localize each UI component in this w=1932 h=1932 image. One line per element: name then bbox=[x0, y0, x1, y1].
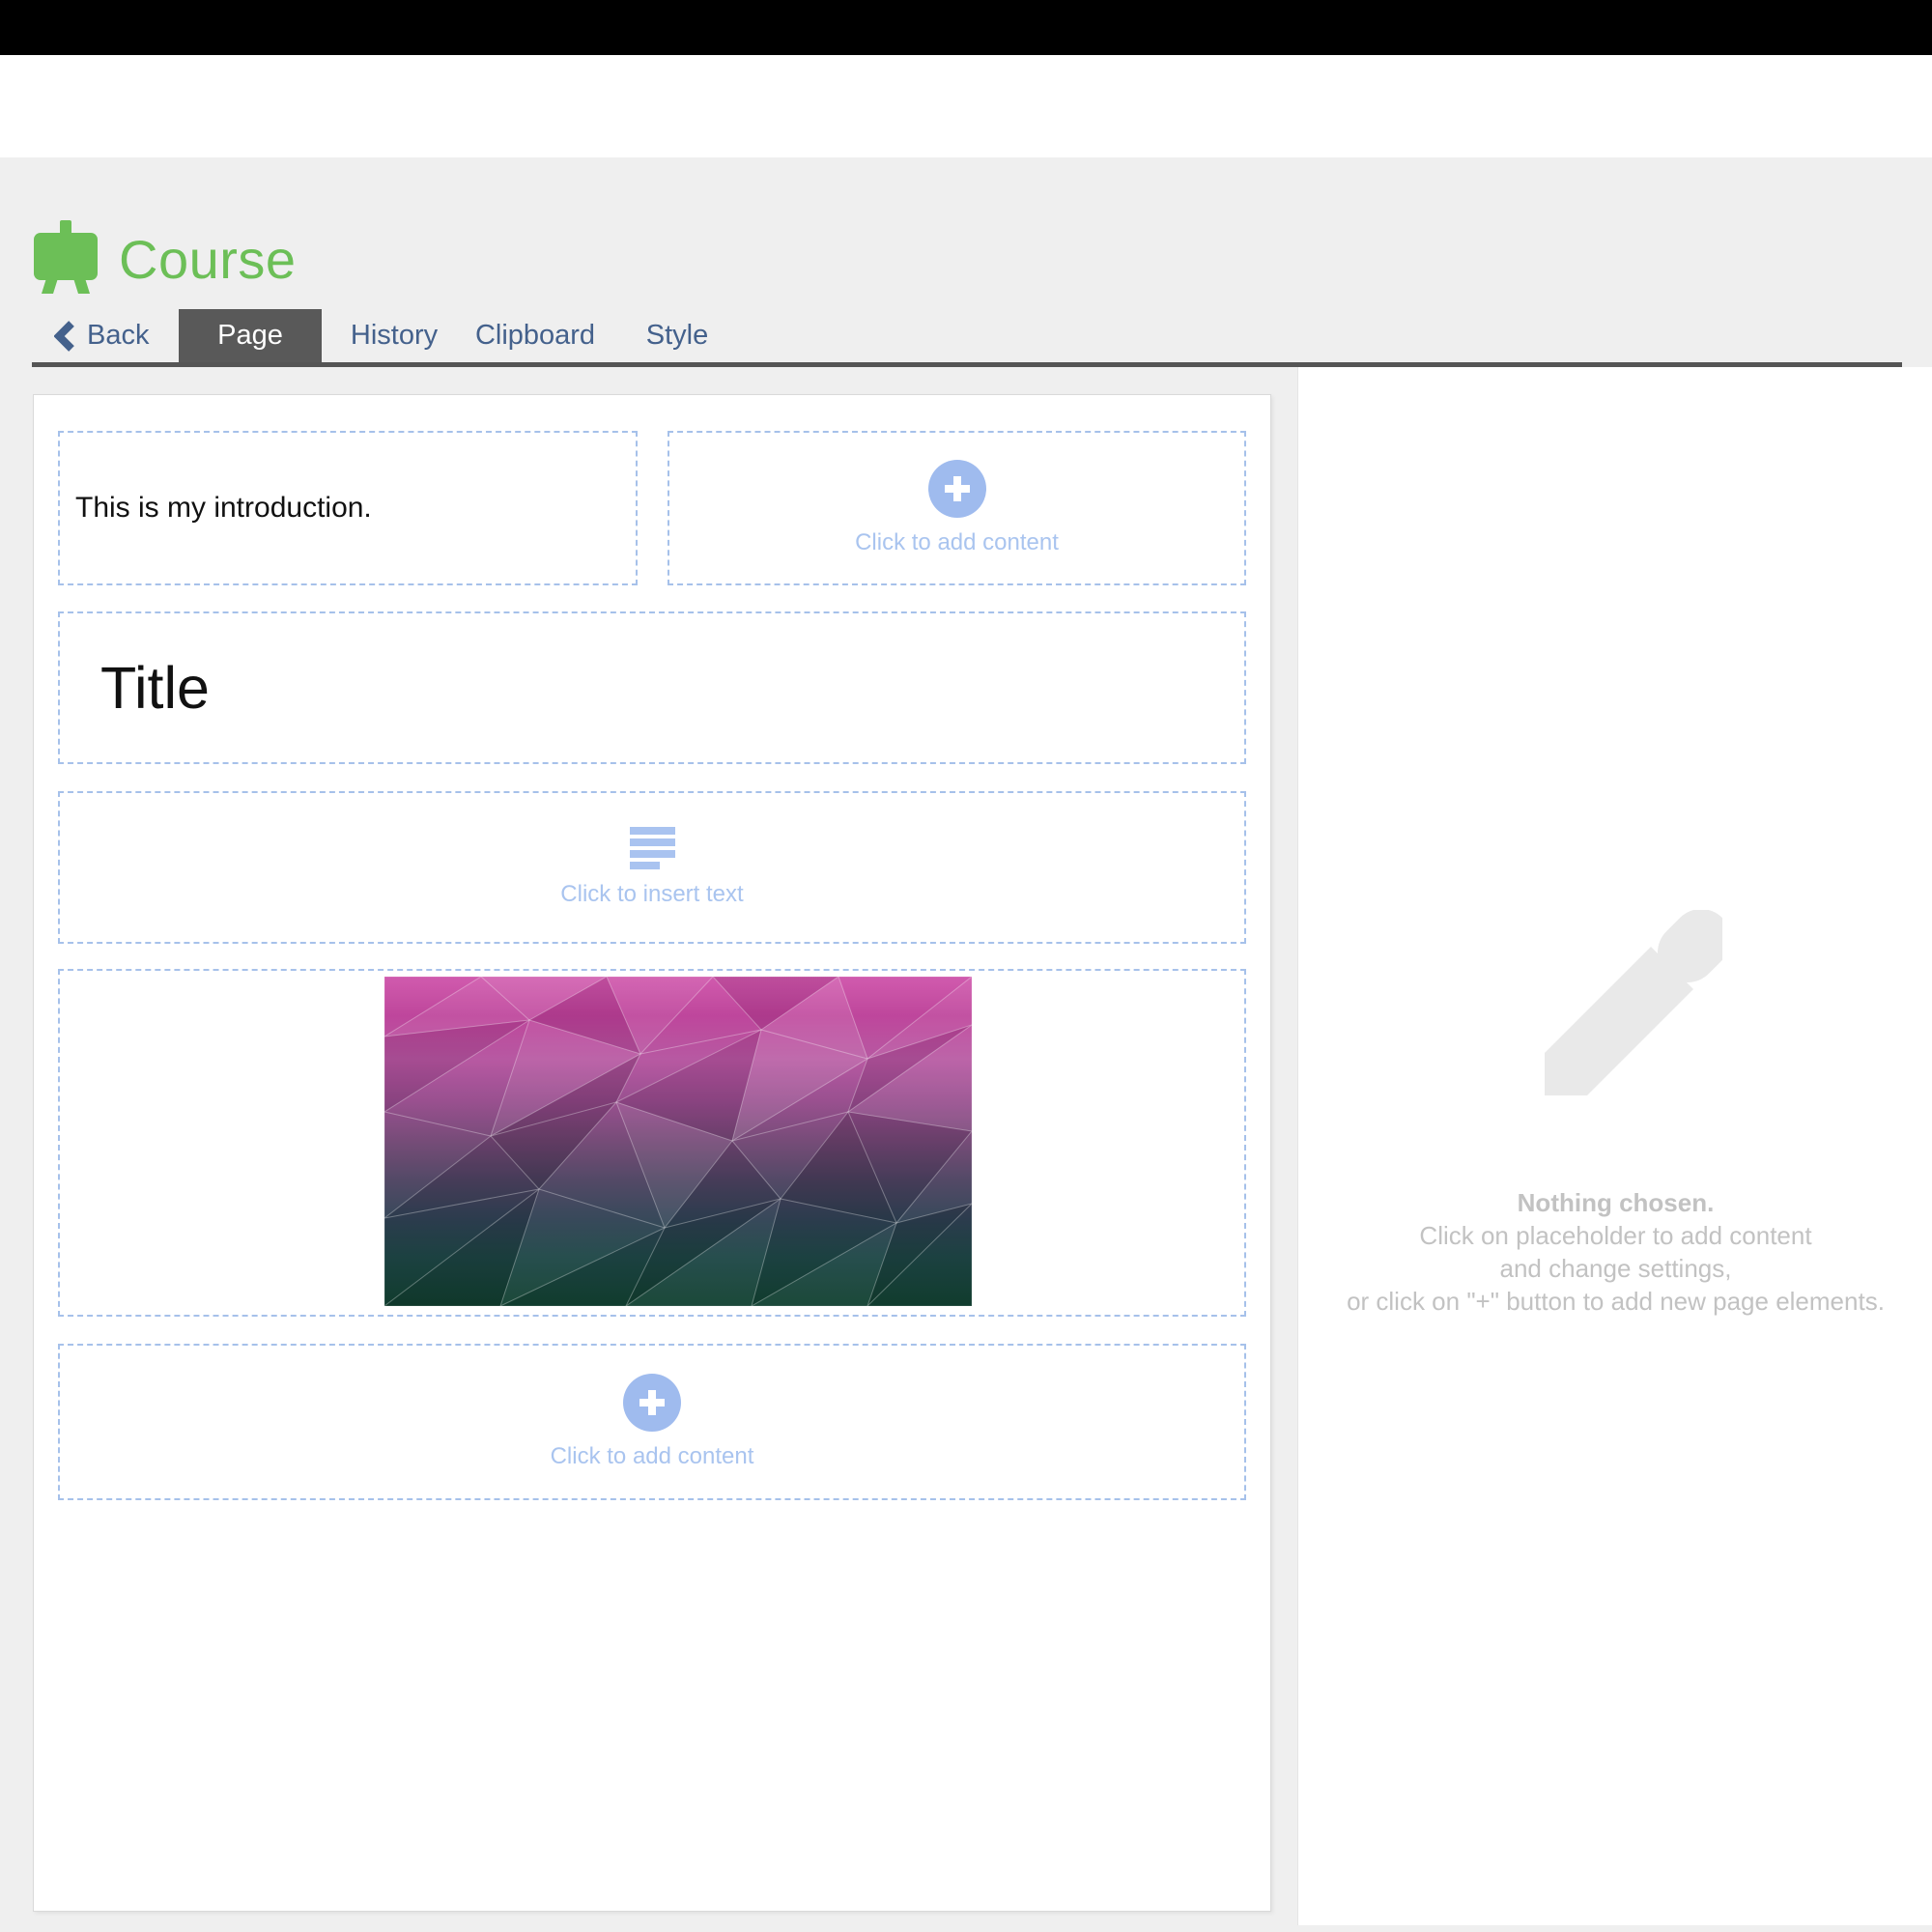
chevron-left-icon bbox=[54, 320, 74, 352]
tab-style[interactable]: Style bbox=[640, 309, 714, 362]
intro-text: This is my introduction. bbox=[75, 492, 372, 524]
tab-page[interactable]: Page bbox=[179, 309, 322, 362]
hint-line-3: or click on "+" button to add new page e… bbox=[1347, 1287, 1885, 1316]
plus-icon bbox=[927, 460, 986, 518]
placeholder-add-content-1[interactable]: Click to add content bbox=[668, 431, 1246, 585]
title-text: Title bbox=[100, 655, 210, 721]
page-canvas: This is my introduction. Click to add co… bbox=[33, 394, 1271, 1912]
inspector-hint: Nothing chosen. Click on placeholder to … bbox=[1298, 1186, 1932, 1318]
back-label: Back bbox=[87, 320, 150, 351]
placeholder-image[interactable] bbox=[58, 969, 1246, 1317]
top-black-bar bbox=[0, 0, 1932, 55]
hint-line-2: and change settings, bbox=[1499, 1254, 1732, 1283]
tab-bar: Back Page History Clipboard Style bbox=[0, 309, 1932, 362]
add-content-label: Click to add content bbox=[550, 1443, 754, 1469]
nothing-chosen-text: Nothing chosen. bbox=[1517, 1188, 1715, 1217]
placeholder-intro-text[interactable]: This is my introduction. bbox=[58, 431, 638, 585]
inspector-panel: Nothing chosen. Click on placeholder to … bbox=[1297, 367, 1932, 1925]
plus-icon bbox=[623, 1374, 681, 1432]
placeholder-title[interactable]: Title bbox=[58, 611, 1246, 764]
insert-text-label: Click to insert text bbox=[560, 881, 744, 907]
back-button[interactable]: Back bbox=[54, 309, 149, 362]
placeholder-add-content-2[interactable]: Click to add content bbox=[58, 1344, 1246, 1500]
page-title: Course bbox=[119, 229, 297, 290]
tab-history[interactable]: History bbox=[346, 309, 442, 362]
hint-line-1: Click on placeholder to add content bbox=[1419, 1221, 1812, 1250]
add-content-label: Click to add content bbox=[855, 529, 1059, 555]
easel-icon bbox=[34, 220, 98, 294]
pencil-icon bbox=[1545, 910, 1722, 1095]
low-poly-gradient-image bbox=[384, 977, 972, 1306]
tab-clipboard[interactable]: Clipboard bbox=[475, 309, 595, 362]
text-lines-icon bbox=[629, 827, 675, 869]
placeholder-insert-text[interactable]: Click to insert text bbox=[58, 791, 1246, 944]
